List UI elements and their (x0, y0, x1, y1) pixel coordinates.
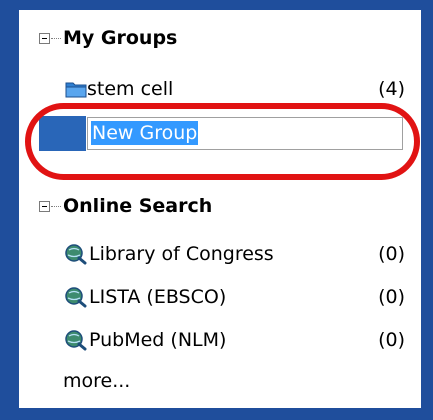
tree-connector (51, 38, 61, 40)
collapse-minus-icon[interactable] (39, 201, 50, 212)
group-item-count: (4) (378, 78, 405, 100)
online-item-count: (0) (378, 243, 405, 265)
online-item-lista-ebsco[interactable]: LISTA (EBSCO) (0) (19, 279, 421, 315)
online-more-link[interactable]: more... (19, 363, 421, 399)
my-groups-title: My Groups (63, 27, 178, 49)
online-item-label: LISTA (EBSCO) (89, 286, 227, 308)
more-label: more... (63, 370, 131, 392)
online-item-count: (0) (378, 329, 405, 351)
groups-panel: My Groups stem cell (4) New Group Online… (0, 0, 433, 420)
group-item-label: stem cell (87, 78, 174, 100)
tree-connector (51, 206, 61, 208)
online-search-title: Online Search (63, 195, 213, 217)
group-item-stem-cell[interactable]: stem cell (4) (19, 71, 421, 107)
online-item-library-of-congress[interactable]: Library of Congress (0) (19, 236, 421, 272)
globe-search-icon (65, 330, 87, 351)
online-item-pubmed-nlm[interactable]: PubMed (NLM) (0) (19, 322, 421, 358)
selection-bar (39, 116, 86, 151)
online-item-label: Library of Congress (89, 243, 274, 265)
globe-search-icon (65, 287, 87, 308)
new-group-name-text: New Group (91, 121, 199, 145)
online-item-label: PubMed (NLM) (89, 329, 227, 351)
collapse-minus-icon[interactable] (39, 33, 50, 44)
new-group-name-input[interactable]: New Group (87, 117, 403, 150)
online-item-count: (0) (378, 286, 405, 308)
globe-search-icon (65, 244, 87, 265)
online-search-header[interactable]: Online Search (19, 188, 421, 224)
folder-icon (65, 82, 87, 98)
my-groups-header[interactable]: My Groups (19, 20, 421, 56)
